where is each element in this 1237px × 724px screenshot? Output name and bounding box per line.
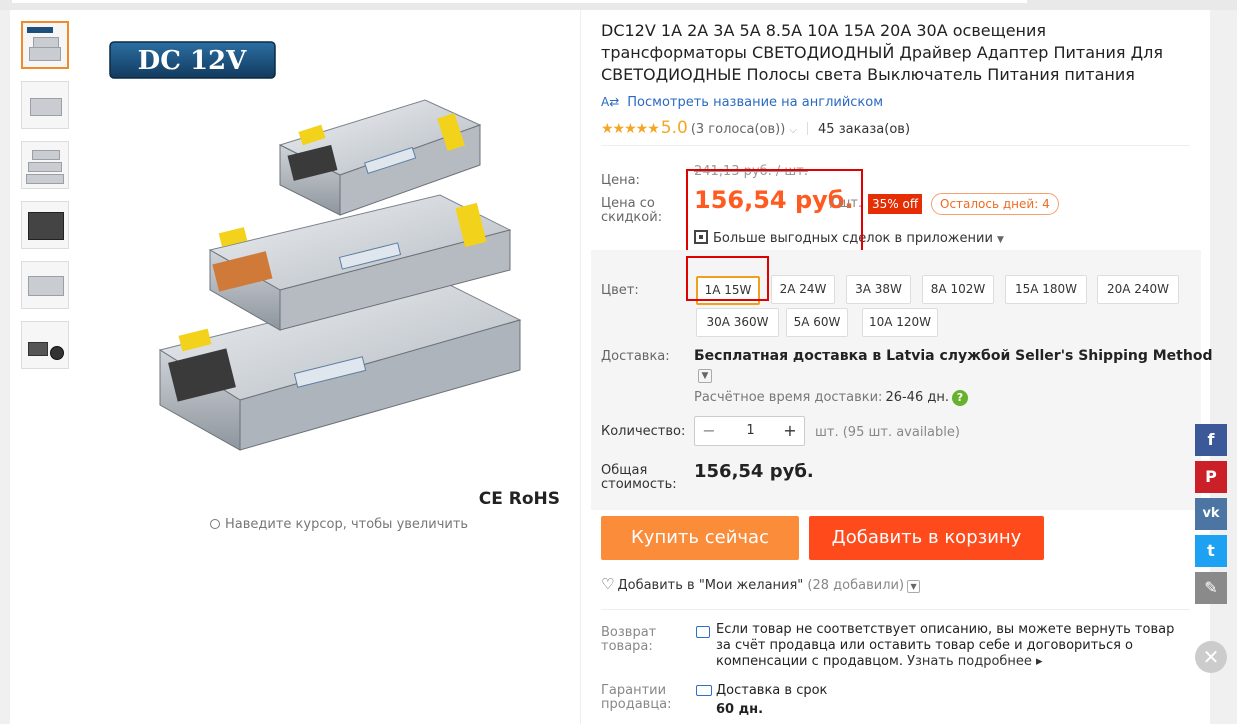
caret-down-icon: ▼ <box>997 235 1004 245</box>
thumb-label-shape <box>27 27 53 33</box>
thumbnail-6[interactable] <box>21 321 69 369</box>
total-label: Общая стоимость: <box>601 463 677 492</box>
guarantee-days: 60 дн. <box>716 702 764 717</box>
magnifier-icon <box>210 519 220 529</box>
sku-option-15a-180w[interactable]: 15A 180W <box>1005 275 1087 304</box>
dc12v-label: DC 12V <box>109 41 276 79</box>
vk-icon[interactable]: vk <box>1195 498 1227 530</box>
sku-option-3a-38w[interactable]: 3A 38W <box>846 275 911 304</box>
quantity-stepper: − 1 + <box>694 416 805 446</box>
facebook-icon[interactable]: f <box>1195 424 1227 456</box>
help-icon[interactable]: ? <box>951 390 968 406</box>
product-title: DC12V 1A 2A 3A 5A 8.5A 10A 15A 20A 30A о… <box>601 21 1163 84</box>
wishlist-link[interactable]: ♡ Добавить в "Мои желания" (28 добавили) ▼ <box>601 575 921 593</box>
eta-label: Расчётное время доставки: <box>694 390 883 405</box>
shipping-label: Доставка: <box>601 349 670 364</box>
thumb-psu-shape <box>32 150 60 160</box>
heart-plus-icon: ♡ <box>601 575 615 593</box>
quantity-available: шт. (95 шт. available) <box>815 425 960 440</box>
close-icon[interactable]: ✕ <box>1195 641 1227 673</box>
thumbnail-2[interactable] <box>21 81 69 129</box>
wishlist-count: (28 добавили) <box>807 578 905 593</box>
color-label: Цвет: <box>601 283 639 298</box>
shipping-method: Бесплатная доставка в Latvia службой Sel… <box>694 348 1213 364</box>
wishlist-text: Добавить в "Мои желания" <box>617 578 804 593</box>
quantity-label: Количество: <box>601 424 686 439</box>
translate-link[interactable]: A⇄ Посмотреть название на английском <box>601 95 883 110</box>
thumb-psu-shape <box>28 276 64 296</box>
thumb-psu-shape <box>29 47 61 61</box>
sku-option-8a-102w[interactable]: 8A 102W <box>922 275 994 304</box>
delivery-eta: Расчётное время доставки: 26-46 дн.? <box>694 390 968 406</box>
star-rating-icon: ★★★★★ <box>601 121 660 137</box>
thumb-psu-shape <box>28 212 64 240</box>
discount-price-label: Цена со скидкой: <box>601 196 663 225</box>
highlight-frame-sku <box>686 256 769 301</box>
returns-more-link[interactable]: Узнать подробнее ▸ <box>907 654 1042 669</box>
buy-now-button[interactable]: Купить сейчас <box>601 516 799 560</box>
divider-line <box>601 609 1190 610</box>
sku-option-5a-60w[interactable]: 5A 60W <box>786 308 848 337</box>
ce-rohs-mark: CE RoHS <box>479 489 560 506</box>
dc12v-label-text: DC 12V <box>138 46 247 76</box>
guarantee-text: Доставка в срок <box>716 683 828 698</box>
truck-icon <box>696 685 712 696</box>
thumb-psu-shape <box>26 174 64 184</box>
return-box-icon <box>696 626 710 638</box>
returns-text: Если товар не соответствует описанию, вы… <box>716 622 1191 670</box>
edit-icon[interactable]: ✎ <box>1195 572 1227 604</box>
chevron-down-icon[interactable]: ⌵ <box>789 125 797 136</box>
add-to-cart-button[interactable]: Добавить в корзину <box>809 516 1044 560</box>
sku-option-2a-24w[interactable]: 2A 24W <box>771 275 835 304</box>
zoom-hint: Наведите курсор, чтобы увеличить <box>210 517 468 532</box>
thumbnail-list <box>21 21 73 381</box>
thumbnail-5[interactable] <box>21 261 69 309</box>
thumbnail-4[interactable] <box>21 201 69 249</box>
returns-label: Возврат товара: <box>601 625 657 654</box>
divider-line <box>601 145 1190 146</box>
translate-icon: A⇄ <box>601 95 620 109</box>
highlight-frame-price <box>686 169 863 254</box>
social-share-bar: f P vk t ✎ <box>1195 424 1227 609</box>
main-product-image[interactable]: DC 12V CE RoHS <box>80 20 566 509</box>
thumb-reel-shape <box>50 346 64 360</box>
thumbnail-1[interactable] <box>21 21 69 69</box>
sku-option-20a-240w[interactable]: 20A 240W <box>1097 275 1179 304</box>
sku-option-10a-120w[interactable]: 10A 120W <box>862 308 938 337</box>
quantity-minus-button[interactable]: − <box>695 417 723 445</box>
discount-badge: 35% off <box>868 194 923 214</box>
shipping-dropdown-icon[interactable]: ▼ <box>698 369 712 383</box>
quantity-plus-button[interactable]: + <box>776 417 804 445</box>
psu-small <box>278 99 482 216</box>
product-image-illustration: DC 12V CE RoHS <box>109 41 560 509</box>
wishlist-dropdown-icon[interactable]: ▼ <box>907 580 921 593</box>
top-strip <box>0 0 1237 10</box>
thumb-psu-shape <box>28 342 48 356</box>
column-divider <box>580 10 581 724</box>
rating-score: 5.0 <box>660 118 688 138</box>
thumbnail-3[interactable] <box>21 141 69 189</box>
twitter-icon[interactable]: t <box>1195 535 1227 567</box>
orders-count: 45 заказа(ов) <box>818 122 911 137</box>
guarantee-label: Гарантии продавца: <box>601 683 672 712</box>
total-price: 156,54 руб. <box>694 461 814 482</box>
pinterest-icon[interactable]: P <box>1195 461 1227 493</box>
sku-option-30a-360w[interactable]: 30A 360W <box>696 308 779 337</box>
days-left-badge: Осталось дней: 4 <box>931 193 1059 215</box>
price-label: Цена: <box>601 173 640 188</box>
quantity-input[interactable]: 1 <box>723 417 778 445</box>
zoom-hint-text: Наведите курсор, чтобы увеличить <box>225 517 469 532</box>
translate-link-text: Посмотреть название на английском <box>627 95 884 110</box>
top-strip-inner <box>12 0 1027 3</box>
rating-votes[interactable]: (3 голоса(ов)) <box>691 122 785 137</box>
thumb-psu-shape <box>30 98 62 116</box>
rating-separator <box>807 122 809 135</box>
product-page: DC 12V CE RoHS Наведите курсор, чтобы ув… <box>10 10 1213 724</box>
thumb-psu-shape <box>28 162 62 172</box>
rating-row: ★★★★★ 5.0 (3 голоса(ов)) ⌵ 45 заказа(ов) <box>601 118 910 138</box>
eta-value: 26-46 дн. <box>885 390 949 405</box>
